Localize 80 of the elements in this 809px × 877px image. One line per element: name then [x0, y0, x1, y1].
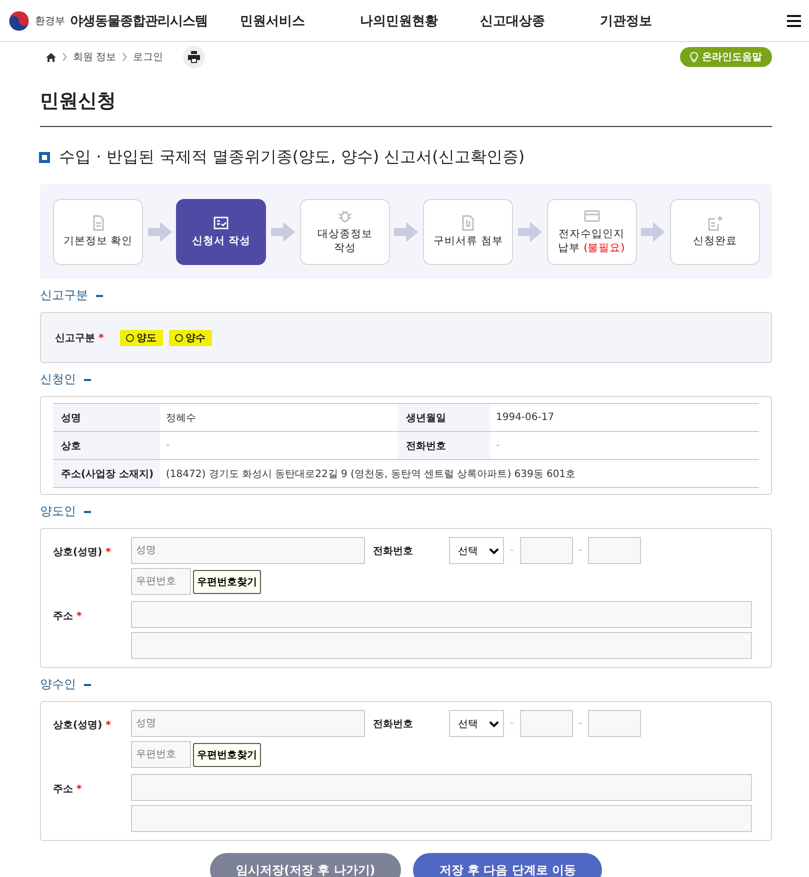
table-header-cell: 상호 — [53, 432, 160, 460]
phone-input[interactable] — [520, 537, 573, 564]
table-header-cell: 성명 — [53, 404, 160, 432]
breadcrumb-link[interactable]: 회원 정보 — [73, 50, 116, 64]
zip-search-button[interactable]: 우편번호찾기 — [193, 742, 261, 766]
arrow-icon — [394, 222, 418, 242]
separator-text: - — [578, 718, 582, 729]
address-input[interactable] — [131, 601, 752, 628]
chevron-down-icon — [489, 546, 499, 554]
address-input[interactable] — [131, 805, 752, 832]
section-heading: 신청인 — [40, 371, 76, 388]
step-card: 대상종정보 작성 — [300, 199, 390, 265]
name-input[interactable]: 성명 — [131, 537, 365, 564]
phone-input[interactable] — [588, 710, 642, 737]
radio-option[interactable]: 양도 — [120, 330, 163, 346]
arrow-icon — [271, 222, 296, 242]
table-header-cell: 주소(사업장 소재지) — [53, 460, 160, 488]
nav-link[interactable]: 기관정보 — [600, 12, 720, 30]
section-heading: 신고구분 — [40, 287, 88, 304]
address-input[interactable] — [131, 632, 752, 659]
address-input[interactable] — [131, 774, 752, 801]
table-cell: - — [490, 432, 759, 460]
arrow-icon — [641, 222, 666, 242]
arrow-icon — [518, 222, 542, 242]
zip-input[interactable]: 우편번호 — [131, 568, 191, 595]
chevron-icon — [122, 53, 128, 61]
chevron-down-icon — [489, 720, 499, 728]
step-card: 구비서류 첨부 — [423, 199, 514, 265]
field-label: 전화번호 — [373, 718, 414, 730]
bug-icon — [336, 208, 353, 224]
action-button[interactable]: 저장 후 다음 단계로 이동 — [413, 853, 602, 877]
action-button[interactable]: 임시저장(저장 후 나가기) — [210, 853, 402, 877]
separator-text: - — [510, 718, 514, 729]
print-button[interactable] — [183, 46, 206, 68]
card-icon — [584, 208, 600, 224]
table-cell: (18472) 경기도 화성시 동탄대로22길 9 (영천동, 동탄역 센트럴 상록아파트) 639동 601호 — [160, 460, 759, 488]
form-title: 수입 · 반입된 국제적 멸종위기종(양도, 양수) 신고서(신고확인증) — [59, 147, 525, 168]
nav-link[interactable]: 민원서비스 — [240, 12, 360, 30]
page-title: 민원신청 — [40, 88, 772, 127]
phone-prefix-select[interactable]: 선택 — [449, 537, 504, 564]
ministry-name: 환경부 — [35, 14, 65, 28]
home-icon[interactable] — [46, 52, 56, 62]
field-label: 주소 * — [53, 610, 83, 624]
chevron-icon — [62, 53, 67, 61]
table-header-cell: 전화번호 — [398, 432, 490, 460]
zip-search-button[interactable]: 우편번호찾기 — [193, 570, 261, 594]
phone-prefix-select[interactable]: 선택 — [449, 710, 504, 737]
zip-input[interactable]: 우편번호 — [131, 741, 191, 768]
field-label: 전화번호 — [373, 544, 414, 558]
nav-link[interactable]: 나의민원현황 — [360, 12, 480, 30]
section-heading: 양도인 — [40, 503, 76, 520]
step-card: 기본정보 확인 — [53, 199, 143, 265]
field-label: 신고구분 * — [55, 332, 104, 344]
logo-icon — [8, 10, 30, 32]
lightbulb-icon — [690, 52, 698, 62]
field-label: 주소 * — [53, 783, 83, 797]
menu-icon[interactable] — [787, 14, 801, 26]
field-label: 상호(성명) * — [53, 719, 112, 733]
phone-input[interactable] — [520, 710, 573, 737]
checklist-icon — [213, 215, 230, 232]
radio-option[interactable]: 양수 — [168, 330, 212, 346]
table-header-cell: 생년월일 — [398, 404, 490, 432]
name-input[interactable]: 성명 — [131, 710, 365, 737]
arrow-icon — [148, 222, 172, 242]
add-note-icon — [706, 215, 723, 232]
step-card: 신청서 작성 — [176, 199, 266, 265]
bullet-icon — [40, 153, 49, 162]
system-name[interactable]: 야생동물종합관리시스템 — [70, 12, 208, 30]
step-card: 전자수입인지 납부 (불필요) — [546, 199, 636, 265]
field-label: 상호(성명) * — [53, 546, 112, 560]
printer-icon — [188, 51, 200, 63]
nav-link[interactable]: 신고대상종 — [480, 12, 600, 30]
phone-input[interactable] — [588, 537, 642, 564]
document-clip-icon — [460, 215, 476, 232]
separator-text: - — [510, 545, 514, 556]
breadcrumb-link[interactable]: 로그인 — [133, 50, 164, 64]
table-cell: 1994-06-17 — [490, 404, 759, 432]
section-heading: 양수인 — [40, 676, 76, 693]
separator-text: - — [578, 545, 582, 556]
step-card: 신청완료 — [670, 199, 760, 265]
